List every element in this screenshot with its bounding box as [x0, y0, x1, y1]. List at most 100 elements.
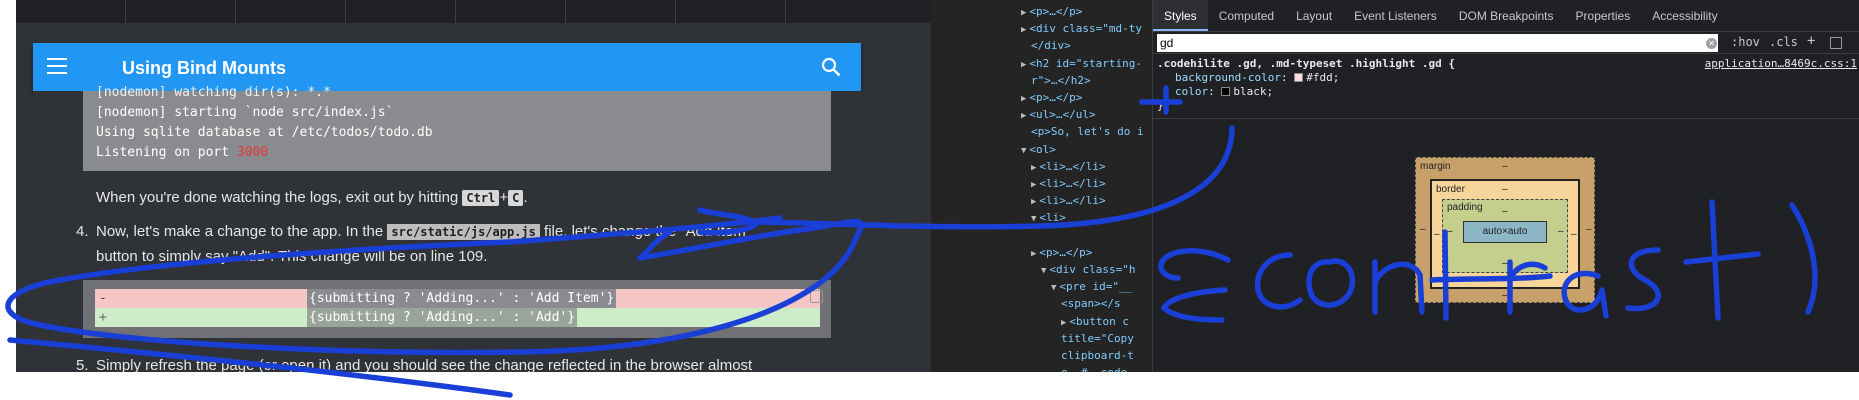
- node-markup: <li>: [1039, 211, 1066, 225]
- dom-node[interactable]: ▼ <div class="h: [1041, 262, 1136, 279]
- new-rule-button[interactable]: +: [1807, 33, 1815, 49]
- tab-cell[interactable]: [236, 0, 346, 23]
- docs-page: Using Bind Mounts [nodemon] watching dir…: [16, 0, 931, 372]
- devtools-tabs: Styles Computed Layout Event Listeners DOM B…: [1153, 0, 1859, 32]
- tab-accessibility[interactable]: Accessibility: [1641, 0, 1728, 31]
- diff-text: {submitting ? 'Adding...' : 'Add'}: [307, 308, 578, 327]
- styles-filter-input[interactable]: [1157, 34, 1718, 52]
- dom-node[interactable]: ▶ <p>…</p>: [1021, 4, 1082, 21]
- dom-node[interactable]: ▼ <li>: [1031, 210, 1066, 227]
- dom-node[interactable]: ▶ <button c: [1061, 314, 1129, 331]
- sidebar-toggle-icon[interactable]: [1830, 37, 1842, 49]
- dom-node[interactable]: ▶ <ul>…</ul>: [1021, 107, 1096, 124]
- dom-node[interactable]: ▼ <pre id="__: [1051, 279, 1132, 296]
- search-icon[interactable]: [821, 57, 841, 77]
- color-swatch[interactable]: [1221, 87, 1231, 96]
- expand-triangle-icon[interactable]: ▶: [1031, 249, 1036, 259]
- tab-cell[interactable]: [566, 0, 676, 23]
- collapse-triangle-icon[interactable]: ▼: [1021, 146, 1026, 156]
- node-markup: <div class="md-ty: [1029, 22, 1143, 36]
- tab-computed[interactable]: Computed: [1208, 0, 1285, 31]
- declaration[interactable]: background-color: #fdd;: [1157, 71, 1857, 85]
- box-model-content[interactable]: auto×auto: [1463, 221, 1547, 243]
- margin-right-value[interactable]: –: [1586, 224, 1592, 235]
- tab-properties[interactable]: Properties: [1565, 0, 1642, 31]
- box-model-border[interactable]: border – – – – padding – – – – auto×auto: [1430, 179, 1580, 289]
- property-name: color: [1175, 85, 1209, 98]
- node-markup: <p>…</p>: [1039, 245, 1093, 259]
- collapse-triangle-icon[interactable]: ▼: [1031, 214, 1036, 224]
- box-model-margin[interactable]: margin – – – – border – – – – padding – …: [1415, 157, 1595, 303]
- declaration[interactable]: color: black;: [1157, 85, 1857, 99]
- expand-triangle-icon[interactable]: ▶: [1021, 111, 1026, 121]
- hover-state-toggle[interactable]: :hov: [1731, 35, 1760, 49]
- tab-styles[interactable]: Styles: [1153, 0, 1208, 31]
- expand-triangle-icon[interactable]: ▶: [1021, 60, 1026, 70]
- expand-triangle-icon[interactable]: ▶: [1031, 180, 1036, 190]
- dom-node[interactable]: <p>So, let's do i: [1031, 124, 1144, 140]
- copy-icon[interactable]: [810, 290, 823, 303]
- padding-right-value[interactable]: –: [1558, 226, 1564, 237]
- node-markup: </div>: [1031, 39, 1071, 53]
- tab-dom-breakpoints[interactable]: DOM Breakpoints: [1448, 0, 1565, 31]
- class-toggle[interactable]: .cls: [1769, 35, 1798, 49]
- padding-label: padding: [1447, 202, 1483, 213]
- expand-triangle-icon[interactable]: ▶: [1061, 318, 1066, 328]
- property-value: #fdd;: [1306, 71, 1340, 84]
- tab-layout[interactable]: Layout: [1285, 0, 1343, 31]
- tab-cell[interactable]: [16, 0, 126, 23]
- step-number: 4.: [76, 223, 89, 240]
- node-markup: e, #__code_: [1061, 366, 1134, 372]
- collapse-triangle-icon[interactable]: ▼: [1041, 266, 1046, 276]
- expand-triangle-icon[interactable]: ▶: [1031, 163, 1036, 173]
- hamburger-menu-icon[interactable]: [47, 58, 67, 74]
- dom-node[interactable]: clipboard-t: [1061, 348, 1134, 364]
- step5-text: Simply refresh the page (or open it) and…: [96, 357, 753, 372]
- tab-cell[interactable]: [456, 0, 566, 23]
- node-markup: <ol>: [1029, 142, 1056, 156]
- dom-node[interactable]: e, #__code_: [1061, 365, 1134, 372]
- code-line: Listening on port 3000: [96, 143, 818, 163]
- page-title: Using Bind Mounts: [122, 58, 286, 78]
- dom-node[interactable]: ▶ <li>…</li>: [1031, 193, 1106, 210]
- margin-bottom-value[interactable]: –: [1502, 290, 1508, 301]
- box-model-padding[interactable]: padding – – – – auto×auto: [1442, 199, 1568, 273]
- dom-node[interactable]: </div>: [1031, 38, 1071, 54]
- node-markup: <p>So, let's do i: [1031, 125, 1144, 139]
- dom-node[interactable]: title="Copy: [1061, 331, 1134, 347]
- dom-node[interactable]: ▶ <p>…</p>: [1021, 90, 1082, 107]
- property-name: background-color: [1175, 71, 1281, 84]
- padding-top-value[interactable]: –: [1502, 206, 1508, 217]
- expand-triangle-icon[interactable]: ▶: [1021, 25, 1026, 35]
- padding-left-value[interactable]: –: [1447, 226, 1453, 237]
- border-bottom-value[interactable]: –: [1502, 275, 1508, 286]
- dom-node[interactable]: <span></s: [1061, 296, 1121, 312]
- dom-node[interactable]: r">…</h2>: [1031, 73, 1091, 89]
- code-line: Using sqlite database at /etc/todos/todo…: [96, 125, 433, 140]
- dom-node[interactable]: ▶ <li>…</li>: [1031, 159, 1106, 176]
- expand-triangle-icon[interactable]: ▶: [1021, 94, 1026, 104]
- dom-node[interactable]: ▶ <div class="md-ty: [1021, 21, 1142, 38]
- dom-node[interactable]: ▼ <ol>: [1021, 142, 1056, 159]
- collapse-triangle-icon[interactable]: ▼: [1051, 283, 1056, 293]
- article-content: [nodemon] watching dir(s): *.* [nodemon]…: [33, 85, 861, 372]
- tab-event-listeners[interactable]: Event Listeners: [1343, 0, 1448, 31]
- expand-triangle-icon[interactable]: ▶: [1031, 197, 1036, 207]
- color-swatch[interactable]: [1294, 73, 1304, 82]
- tab-cell[interactable]: [126, 0, 236, 23]
- text: When you're done watching the logs, exit…: [96, 189, 463, 206]
- clear-filter-icon[interactable]: ✕: [1706, 38, 1717, 49]
- dom-node[interactable]: ▶ <h2 id="starting-: [1021, 56, 1142, 73]
- dom-node[interactable]: ▶ <p>…</p>: [1031, 245, 1092, 262]
- margin-left-value[interactable]: –: [1420, 224, 1426, 235]
- dom-node[interactable]: ▶ <li>…</li>: [1031, 176, 1106, 193]
- border-right-value[interactable]: –: [1571, 229, 1577, 240]
- tab-cell[interactable]: [346, 0, 456, 23]
- expand-triangle-icon[interactable]: ▶: [1021, 8, 1026, 18]
- padding-bottom-value[interactable]: –: [1502, 258, 1508, 269]
- stylesheet-link[interactable]: application…8469c.css:1: [1705, 57, 1857, 71]
- border-left-value[interactable]: –: [1434, 229, 1440, 240]
- tab-cell[interactable]: [676, 0, 786, 23]
- border-top-value[interactable]: –: [1502, 184, 1508, 195]
- margin-top-value[interactable]: –: [1502, 161, 1508, 172]
